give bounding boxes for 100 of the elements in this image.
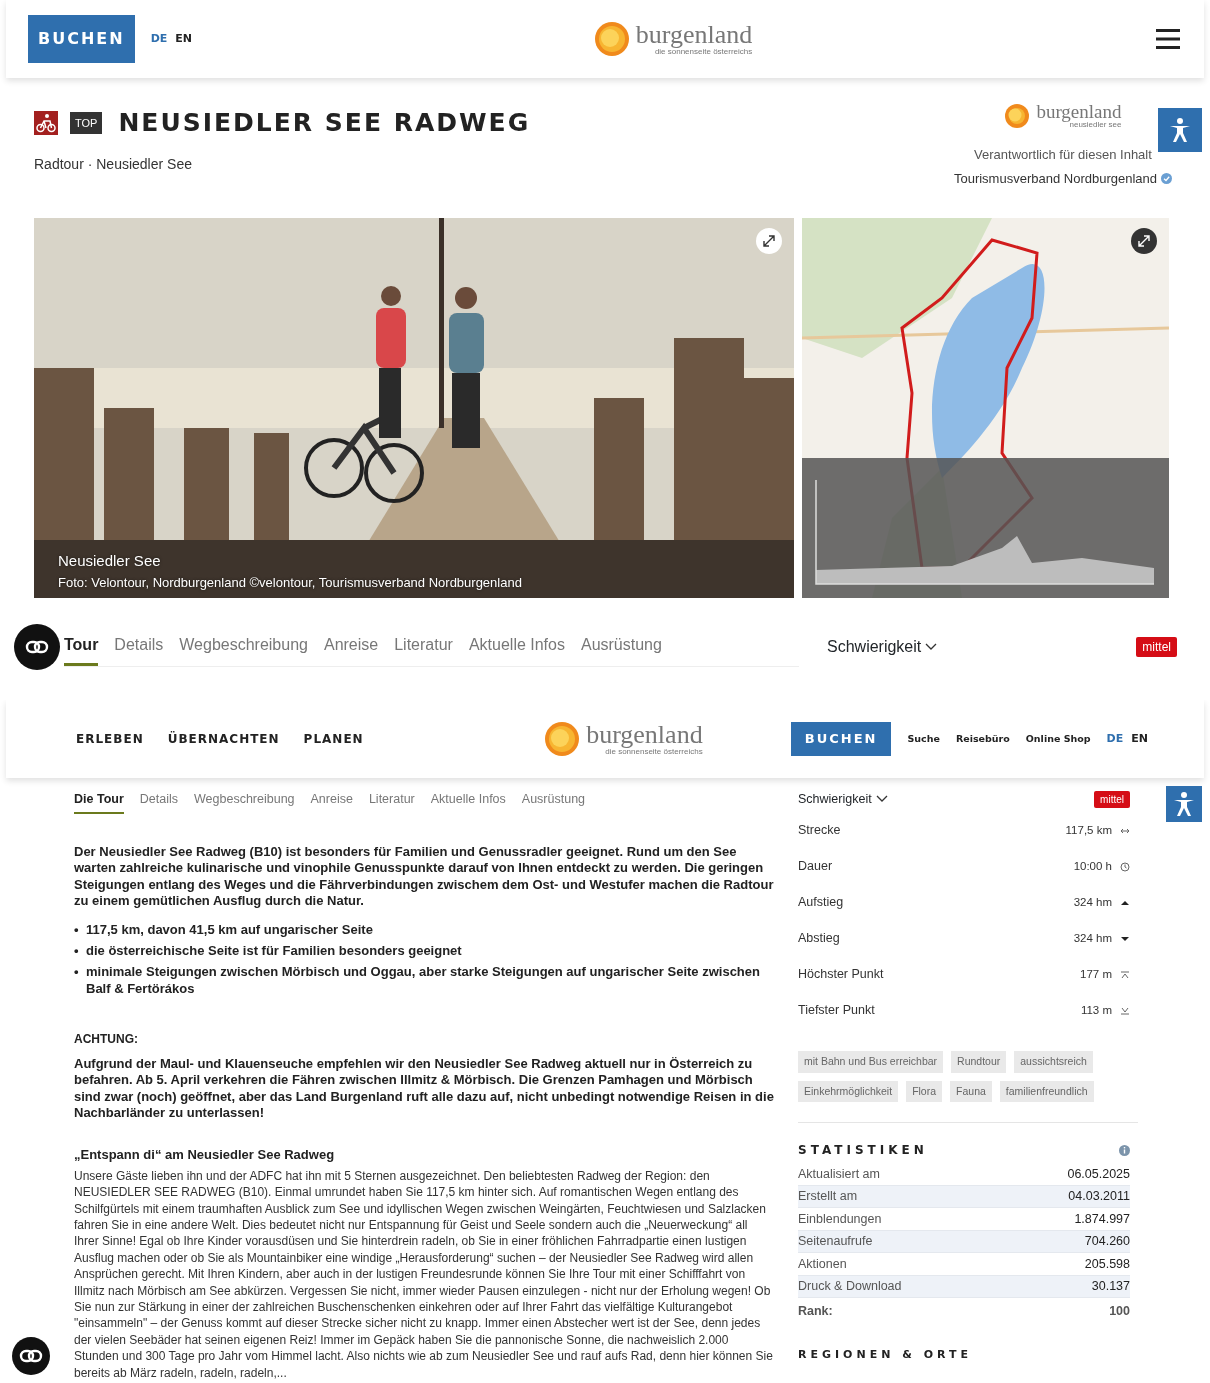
tab[interactable]: Aktuelle Infos [430, 790, 506, 814]
intro-paragraph: Der Neusiedler See Radweg (B10) ist besonders für Familien und Genussradler geeignet. Rund um den See warten zahlreiche kulinarische und vinophile Genusspunkte darauf von Ihnen entdeckt zu werden. Die geringen Steigungen entlang des Weges und die Fährverbindungen zwischem dem Ost- und Westufer machen die Radtour zu einem gemütlichen Ausflug durch die Natur. [74, 843, 774, 910]
fact-value: 10:00 h [1073, 859, 1112, 875]
stat-value: 205.598 [1084, 1255, 1130, 1273]
info-icon [1119, 1144, 1130, 1156]
language-link[interactable]: DE [1106, 730, 1124, 748]
clock-icon [1120, 861, 1130, 872]
expand-icon [1138, 235, 1150, 247]
body-paragraph: Unsere Gäste lieben ihn und der ADFC hat ihn mit 5 Sternen ausgezeichnet. Den beliebtesten Radweg der Region: den NEUSIEDLER SEE RADWEG (B10). Einmal umrundet haben Sie 117,5 km hinter sich. Auf romantischen Wegen entlang des Schilfgürtels mit einem traumhaften Ausblick zum See und idyllischen Wegen zwischen Weingärten, Feuchtwiesen und Salzlacken fahren Sie in eine andere Welt. Dies bedeutet nicht nur Entspannung für Geist und Seele sondern auch die „Neuerweckung“ all Ihrer Sinne! Egal ob Ihre Kinder vorausdüsen und Sie hinterdrein radeln, ob Sie in einer fröhlichen Fahrradpartie einen lustigen Ausflug machen oder ob Sie als Mountainbiker eine windige „Herausforderung“ suchen – der Neusiedler See Radweg wird allen Ansprüchen gerecht. Mit Ihren Kindern, aber auch in der lustigen Freundesrunde können Sie Ihre Tour mit einer Schifffahrt von Illmitz nach Mörbisch am See abkürzen. Vergessen Sie nicht, immer wieder Pausen einzulegen - nicht nur der Erholung wegen! Ob Sie nun zur Stärkung in einer der zahlreichen Buschenschenken einkehren oder auf Ihrer Fahrt das vielfältige Kulturangebot "einsammeln" – der Genuss kommt auf dieser Strecke sicher nicht zu knapp. Immer einen Abstecher wert ist der See, denn jedes der vielen Seebäder hat seinen eigenen Reiz! Immer im Gepäck haben Sie die pannonische Sonne, die nachweislich 2.000 Stunden und 300 Tage pro Jahr vom Himmel lacht. Also nichts wie ab zum Neusiedler See und rauf aufs Rad, denn hier können Sie bereits ab März radeln, radeln, radeln,... [74, 1167, 774, 1382]
logo-tagline: die sonnenseite österreichs [654, 48, 753, 56]
accessibility-button[interactable] [1166, 786, 1202, 822]
logo-wordmark: burgenland [1036, 102, 1122, 121]
language-link[interactable]: EN [1131, 730, 1148, 748]
tag: familienfreundlich [999, 1080, 1094, 1103]
stat-label: Einblendungen [798, 1210, 882, 1228]
top-badge: TOP [70, 111, 103, 135]
bullet-item: 117,5 km, davon 41,5 km auf ungarischer Seite [86, 921, 373, 939]
tab[interactable]: Tour [64, 633, 99, 666]
stat-value: 1.874.997 [1074, 1210, 1130, 1228]
nav-link[interactable]: ERLEBEN [76, 730, 144, 748]
stat-value: 30.137 [1091, 1278, 1130, 1296]
publisher-name: Tourismusverband Nordburgenland [953, 169, 1157, 188]
link-button[interactable] [14, 624, 60, 670]
book-button[interactable]: BUCHEN [790, 722, 892, 756]
fact-label: Dauer [798, 858, 833, 876]
tab[interactable]: Details [114, 633, 164, 666]
tab[interactable]: Ausrüstung [580, 633, 662, 666]
responsibility-label: Verantwortlich für diesen Inhalt [974, 146, 1152, 164]
difficulty-badge: mittel [1136, 637, 1177, 657]
tab[interactable]: Wegbeschreibung [179, 633, 308, 666]
bullet-item: die österreichische Seite ist für Familien besonders geeignet [86, 942, 462, 960]
accessibility-button[interactable] [1158, 108, 1202, 152]
tag: Flora [906, 1080, 943, 1103]
stat-value: 04.03.2011 [1068, 1188, 1130, 1206]
rank-value: 100 [1109, 1303, 1130, 1321]
logo-wordmark: burgenland [635, 22, 753, 48]
chevron-down-icon [875, 795, 888, 804]
bullet-marker: • [74, 942, 80, 960]
tab[interactable]: Details [139, 790, 178, 814]
page-title: NEUSIEDLER SEE RADWEG [118, 108, 531, 138]
section-heading: „Entspann di“ am Neusiedler See Radweg [74, 1147, 336, 1164]
fact-label: Strecke [798, 822, 841, 840]
header-link[interactable]: Online Shop [1025, 731, 1091, 747]
bicycle-icon [34, 111, 58, 135]
fact-value: 324 hm [1073, 895, 1112, 911]
fact-label: Aufstieg [798, 894, 844, 912]
stat-label: Erstellt am [798, 1188, 858, 1206]
stat-label: Aktualisiert am [798, 1165, 880, 1183]
sun-logo-icon [1004, 102, 1031, 129]
fact-value: 177 m [1080, 967, 1112, 983]
stat-label: Aktionen [798, 1255, 847, 1273]
stat-value: 704.260 [1084, 1233, 1130, 1251]
link-button[interactable] [12, 1337, 50, 1375]
fact-value: 324 hm [1073, 931, 1112, 947]
tab[interactable]: Die Tour [74, 790, 124, 814]
bullet-marker: • [74, 921, 80, 939]
warning-paragraph: Aufgrund der Maul- und Klauenseuche empfehlen wir den Neusiedler See Radweg aktuell nur in Österreich zu befahren. Ab 5. April verkehren die Fähren zwischen Illmitz & Mörbisch. Die Grenzen Pamhagen und Mörbisch sind zwar (noch) geöffnet, aber das Land Burgenland ruft alle dazu auf, nicht unbedingt notwendige Reisen in die Nachbarländer zu unterlassen! [74, 1055, 774, 1122]
tab[interactable]: Anreise [310, 790, 353, 814]
chain-link-icon [19, 1349, 43, 1363]
fact-label: Abstieg [798, 930, 840, 948]
expand-icon [763, 235, 775, 247]
header-link[interactable]: Suche [907, 731, 940, 747]
sun-logo-icon [593, 21, 630, 57]
fact-value: 117,5 km [1065, 823, 1112, 839]
photo-caption: Neusiedler See [58, 551, 162, 571]
fact-value: 113 m [1080, 1003, 1112, 1019]
stat-label: Druck & Download [798, 1278, 902, 1296]
rank-label: Rank: [798, 1303, 833, 1321]
logo-tagline: die sonnenseite österreichs [605, 748, 703, 756]
header-link[interactable]: Reisebüro [955, 731, 1010, 747]
tab[interactable]: Anreise [323, 633, 379, 666]
nav-link[interactable]: PLANEN [303, 730, 364, 748]
tab[interactable]: Literatur [394, 633, 453, 666]
logo-wordmark: burgenland [586, 722, 703, 748]
nav-link[interactable]: ÜBERNACHTEN [167, 730, 280, 748]
difficulty-dropdown[interactable]: Schwierigkeit [798, 790, 888, 809]
tag: mit Bahn und Bus erreichbar [798, 1050, 944, 1073]
sun-logo-icon [544, 721, 581, 757]
tab[interactable]: Wegbeschreibung [194, 790, 295, 814]
bullet-marker: • [74, 963, 80, 982]
chain-link-icon [25, 640, 49, 654]
tab[interactable]: Aktuelle Infos [468, 633, 565, 666]
difficulty-dropdown[interactable]: Schwierigkeit [827, 635, 938, 659]
language-link[interactable]: EN [175, 30, 193, 48]
tag: Fauna [950, 1080, 992, 1103]
tag: Rundtour [951, 1050, 1007, 1073]
tag: Einkehrmöglichkeit [798, 1080, 899, 1103]
menu-button[interactable] [1154, 26, 1182, 52]
stat-label: Seitenaufrufe [798, 1233, 873, 1251]
tab[interactable]: Literatur [368, 790, 415, 814]
peak-icon [1120, 969, 1130, 980]
verified-check-icon [1161, 172, 1172, 184]
section-heading: REGIONEN & ORTE [798, 1347, 973, 1363]
language-link[interactable]: DE [150, 30, 168, 48]
book-button[interactable]: BUCHEN [28, 15, 135, 63]
logo-tagline: neusiedler see [1069, 121, 1122, 129]
fact-label: Tiefster Punkt [798, 1002, 875, 1020]
statistics-heading: STATISTIKEN [798, 1142, 928, 1160]
tab[interactable]: Ausrüstung [521, 790, 586, 814]
fact-label: Höchster Punkt [798, 966, 884, 984]
